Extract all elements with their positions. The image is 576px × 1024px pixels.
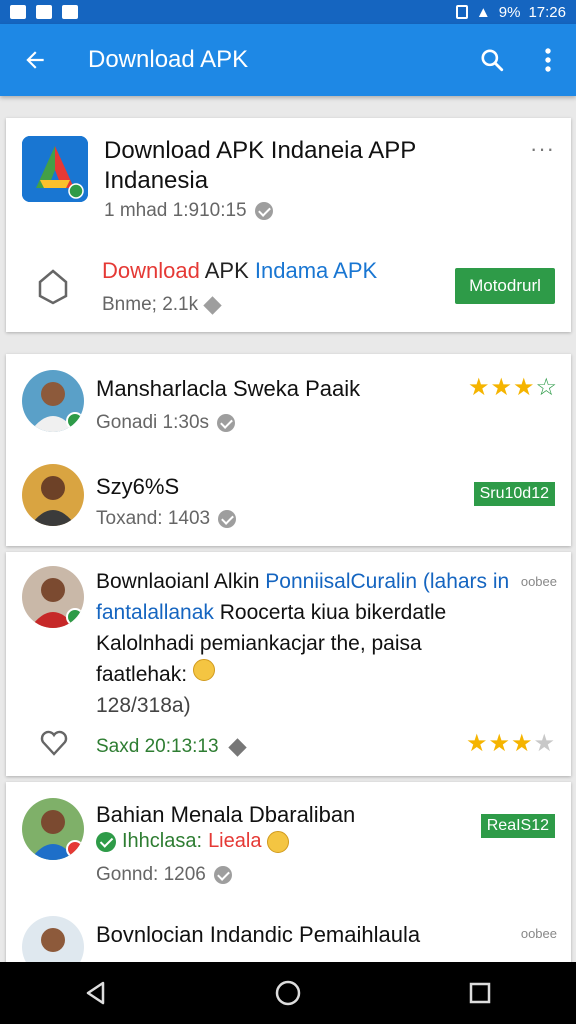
reviews-card: Mansharlacla Sweka Paaik Gonadi 1:30s ★ …	[6, 354, 571, 546]
download-link[interactable]: Download	[102, 258, 200, 283]
star-outline-icon: ☆	[535, 374, 557, 401]
page-title: Download APK	[88, 46, 249, 73]
verified-icon	[254, 202, 273, 220]
download-line[interactable]: Download APK Indama APK	[102, 258, 377, 284]
nav-back-button[interactable]	[66, 963, 126, 1023]
comment-text-part: Bownlaoianl Alkin	[96, 570, 266, 593]
image-notification-icon	[10, 5, 26, 19]
comment-text: Bownlaoianl Alkin PonniisalCuralin (laha…	[96, 566, 516, 721]
reviews-card: Bahian Menala Dbaraliban Ihhclasa: Lieal…	[6, 782, 571, 978]
reviewer-name: Szy6%S	[96, 474, 180, 499]
clock: 17:26	[528, 3, 566, 21]
review-meta-text: Gonadi 1:30s	[96, 412, 210, 433]
status-bar: ▲ 9% 17:26	[0, 0, 576, 24]
app-title: Download APK Indaneia APP Indanesia	[104, 137, 416, 194]
status-value: Lieala	[208, 830, 262, 852]
card-more-button[interactable]: oobee	[521, 574, 557, 589]
heart-outline-icon[interactable]	[40, 730, 68, 756]
nav-home-button[interactable]	[258, 963, 318, 1023]
vibrate-icon	[455, 5, 468, 19]
review-meta-text: Gonnd: 1206	[96, 864, 206, 885]
wifi-icon: ▲	[475, 3, 491, 21]
app-bar: Download APK	[0, 24, 576, 96]
reviewer-status: Ihhclasa: Lieala	[96, 830, 290, 853]
star-icon: ★	[465, 730, 488, 757]
comment-footer: Saxd 20:13:13	[96, 736, 247, 758]
avatar[interactable]	[22, 464, 84, 526]
square-recents-icon	[469, 982, 491, 1004]
online-badge	[66, 608, 84, 626]
comment-date: Saxd 20:13:13	[96, 736, 219, 757]
location-pin-icon[interactable]	[36, 268, 70, 306]
avatar[interactable]	[22, 566, 84, 628]
system-icons: ▲ 9% 17:26	[455, 3, 566, 21]
status-badge: Sru10d12	[473, 482, 555, 506]
star-icon: ★	[488, 730, 510, 757]
apk-link[interactable]: Indama APK	[255, 258, 377, 283]
diamond-icon	[227, 737, 247, 757]
notification-icons	[10, 5, 78, 19]
star-empty-icon: ★	[533, 730, 555, 757]
smile-emoji-icon	[192, 659, 215, 681]
card-more-button[interactable]: oobee	[521, 926, 557, 941]
overflow-menu-button[interactable]	[520, 24, 576, 96]
app-info-card: Download APK Indaneia APP Indanesia ··· …	[6, 118, 571, 332]
verified-icon	[218, 510, 237, 528]
reviewer-name: Bahian Menala Dbaraliban	[96, 802, 356, 827]
mail-notification-icon	[62, 5, 78, 19]
star-icon: ★	[510, 730, 533, 757]
avatar[interactable]	[22, 370, 84, 432]
review-meta: Gonnd: 1206	[96, 864, 232, 886]
app-size-text: Bnme; 2.1k	[102, 294, 199, 315]
check-circle-icon	[96, 831, 116, 852]
install-button[interactable]: Motodrurl	[455, 268, 555, 304]
review-meta: Gonadi 1:30s	[96, 412, 236, 434]
star-icon: ★	[490, 374, 512, 401]
status-label: Ihhclasa:	[122, 830, 203, 852]
search-button[interactable]	[464, 24, 520, 96]
circle-home-icon	[275, 980, 301, 1006]
card-more-button[interactable]: ···	[530, 136, 555, 162]
rating-stars: ★ ★ ★ ☆	[468, 376, 557, 400]
logo-graphic	[22, 136, 88, 202]
apk-text: APK	[199, 258, 255, 283]
review-meta-text: Toxand: 1403	[96, 508, 211, 529]
nav-recents-button[interactable]	[450, 963, 510, 1023]
more-vert-icon	[545, 48, 551, 72]
online-badge	[66, 412, 84, 430]
avatar[interactable]	[22, 798, 84, 860]
app-meta: 1 mhad 1:910:15	[104, 200, 273, 222]
comment-card: Bownlaoianl Alkin PonniisalCuralin (laha…	[6, 552, 571, 776]
search-icon	[481, 49, 504, 72]
status-badge: ReaIS12	[480, 814, 555, 838]
star-icon: ★	[467, 374, 490, 401]
battery-level: 9%	[498, 3, 521, 21]
rating-stars: ★ ★ ★ ★	[466, 732, 555, 756]
app-meta-text: 1 mhad 1:910:15	[104, 200, 247, 221]
app-logo-icon[interactable]	[22, 136, 88, 202]
triangle-back-icon	[86, 981, 105, 1005]
review-meta: Toxand: 1403	[96, 508, 237, 530]
alert-badge	[66, 840, 84, 858]
verified-icon	[213, 866, 232, 884]
back-button[interactable]	[0, 24, 70, 96]
smile-emoji-icon	[267, 830, 290, 853]
arrow-left-icon	[26, 51, 44, 69]
reviewer-name: Mansharlacla Sweka Paaik	[96, 376, 361, 401]
verified-icon	[217, 414, 236, 432]
app-size-meta: Bnme; 2.1k	[102, 294, 222, 316]
diamond-icon	[203, 295, 222, 315]
comment-count: 128/318a)	[96, 694, 191, 717]
app-notification-icon	[36, 5, 52, 19]
star-icon: ★	[512, 374, 535, 401]
reviewer-name: Bovnlocian Indandic Pemaihlaula	[96, 922, 421, 947]
system-nav-bar	[0, 962, 576, 1024]
person-icon	[30, 476, 76, 526]
